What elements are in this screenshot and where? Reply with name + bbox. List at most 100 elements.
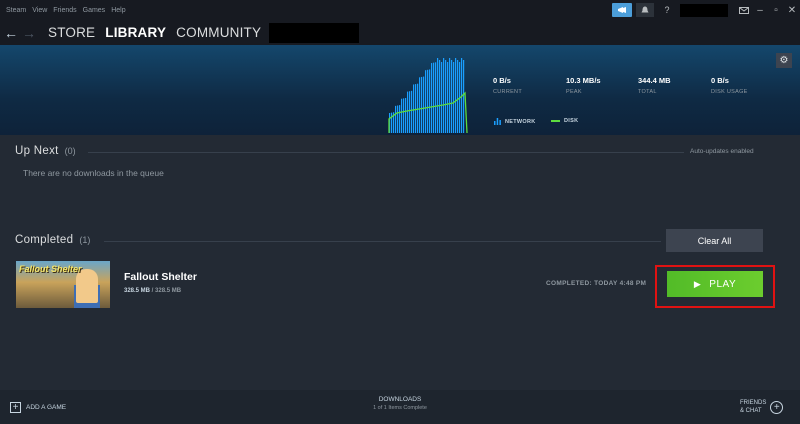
nav-bar: ← → STORE LIBRARY COMMUNITY — [0, 20, 800, 45]
network-bar — [403, 98, 405, 133]
bottom-bar: + ADD A GAME DOWNLOADS 1 of 1 Items Comp… — [0, 390, 800, 424]
stat-total-value: 344.4 MB — [638, 76, 671, 85]
network-bar — [439, 60, 441, 133]
account-name-redacted[interactable] — [680, 3, 728, 17]
network-bar — [413, 84, 415, 133]
menu-games[interactable]: Games — [83, 7, 106, 14]
network-bar — [453, 62, 455, 133]
network-bar — [437, 58, 439, 133]
stat-peak: 10.3 MB/s PEAK — [566, 76, 601, 95]
nav-library[interactable]: LIBRARY — [105, 25, 166, 40]
clear-all-button[interactable]: Clear All — [666, 229, 763, 252]
game-thumbnail[interactable]: Fallout Shelter — [16, 261, 110, 308]
friends-chat-label: FRIENDS & CHAT — [740, 399, 766, 415]
completed-title: Completed — [15, 234, 74, 246]
downloads-main: Up Next (0) Auto-updates enabled There a… — [0, 135, 800, 390]
maximize-button[interactable]: ▫ — [768, 3, 784, 17]
game-size: 328.5 MB / 328.5 MB — [124, 288, 181, 294]
forward-arrow-icon[interactable]: → — [22, 25, 38, 41]
stat-current-value: 0 B/s — [493, 76, 511, 85]
network-bar — [391, 112, 393, 133]
gear-icon[interactable]: ⚙ — [776, 53, 792, 68]
network-bar — [441, 62, 443, 133]
play-button[interactable]: ▶ PLAY — [667, 271, 763, 297]
empty-queue-message: There are no downloads in the queue — [23, 168, 164, 178]
network-bar — [447, 62, 449, 133]
friends-line: FRIENDS — [740, 400, 767, 406]
network-bar — [433, 62, 435, 133]
stat-peak-label: PEAK — [566, 89, 582, 95]
stat-disk-label: DISK USAGE — [711, 89, 748, 95]
stat-current: 0 B/s CURRENT — [493, 76, 522, 95]
network-bar — [395, 105, 397, 133]
envelope-icon[interactable] — [736, 3, 752, 17]
bell-icon[interactable] — [636, 3, 654, 17]
add-game-button[interactable]: + ADD A GAME — [10, 402, 66, 413]
download-graph-panel: ⚙ 0 B/s CURRENT 10.3 MB/s PEAK 344.4 MB … — [0, 45, 800, 135]
network-bar — [401, 98, 403, 133]
menu-steam[interactable]: Steam — [6, 7, 26, 14]
back-arrow-icon[interactable]: ← — [4, 25, 20, 41]
game-title[interactable]: Fallout Shelter — [124, 271, 197, 283]
network-bar — [397, 105, 399, 133]
network-bar — [407, 91, 409, 133]
line-icon — [551, 120, 560, 122]
plus-circle-icon: + — [770, 400, 784, 414]
downloads-subtitle: 1 of 1 Items Complete — [373, 405, 427, 411]
plus-icon: + — [10, 402, 21, 413]
play-label: PLAY — [709, 278, 737, 290]
network-bar — [423, 76, 425, 133]
thumbnail-logo-text: Fallout Shelter — [19, 264, 82, 274]
bar-chart-icon — [494, 118, 501, 125]
legend-disk: DISK — [551, 118, 578, 124]
network-bar — [431, 63, 433, 133]
title-bar-controls: ? – ▫ ✕ — [612, 0, 800, 20]
network-bar — [429, 69, 431, 133]
title-bar: Steam View Friends Games Help ? – ▫ ✕ — [0, 0, 800, 20]
divider — [104, 241, 661, 242]
network-bar — [427, 69, 429, 133]
menu-friends[interactable]: Friends — [53, 7, 76, 14]
stat-total: 344.4 MB TOTAL — [638, 76, 671, 95]
network-bar — [457, 60, 459, 133]
network-bar — [451, 60, 453, 133]
megaphone-icon[interactable] — [612, 3, 632, 17]
nav-store[interactable]: STORE — [48, 25, 95, 40]
auto-updates-status: Auto-updates enabled — [690, 148, 754, 155]
profile-name-redacted[interactable] — [269, 22, 360, 43]
total-size: 328.5 MB — [155, 288, 182, 294]
network-bar — [449, 58, 451, 133]
stat-total-label: TOTAL — [638, 89, 657, 95]
legend-disk-label: DISK — [564, 118, 579, 124]
chat-line: & CHAT — [740, 408, 762, 414]
network-bar — [443, 58, 445, 133]
minimize-button[interactable]: – — [752, 3, 768, 17]
up-next-count: (0) — [64, 146, 76, 156]
downloads-title: DOWNLOADS — [378, 396, 422, 403]
menu-bar: Steam View Friends Games Help — [0, 7, 126, 14]
help-button[interactable]: ? — [660, 3, 674, 17]
bandwidth-graph — [388, 58, 468, 134]
network-bar — [411, 90, 413, 133]
play-icon: ▶ — [693, 278, 702, 289]
close-button[interactable]: ✕ — [784, 3, 800, 17]
up-next-title: Up Next — [15, 145, 59, 157]
add-game-label: ADD A GAME — [26, 404, 67, 411]
nav-community[interactable]: COMMUNITY — [176, 25, 261, 40]
network-bar — [445, 60, 447, 133]
stat-disk: 0 B/s DISK USAGE — [711, 76, 748, 95]
legend-network: NETWORK — [494, 118, 536, 125]
completed-timestamp: COMPLETED: TODAY 4:48 PM — [546, 280, 647, 287]
completed-header: Completed (1) — [15, 234, 90, 246]
network-bar — [415, 84, 417, 133]
friends-chat-button[interactable]: FRIENDS & CHAT + — [740, 399, 784, 415]
network-bar — [421, 76, 423, 133]
stat-current-label: CURRENT — [493, 89, 522, 95]
menu-help[interactable]: Help — [111, 7, 125, 14]
downloads-status[interactable]: DOWNLOADS 1 of 1 Items Complete — [340, 396, 460, 411]
menu-view[interactable]: View — [32, 7, 47, 14]
up-next-header: Up Next (0) — [15, 145, 76, 157]
vault-boy-figure — [76, 269, 98, 303]
completed-count: (1) — [79, 235, 91, 245]
downloaded-size: 328.5 MB — [124, 288, 151, 294]
